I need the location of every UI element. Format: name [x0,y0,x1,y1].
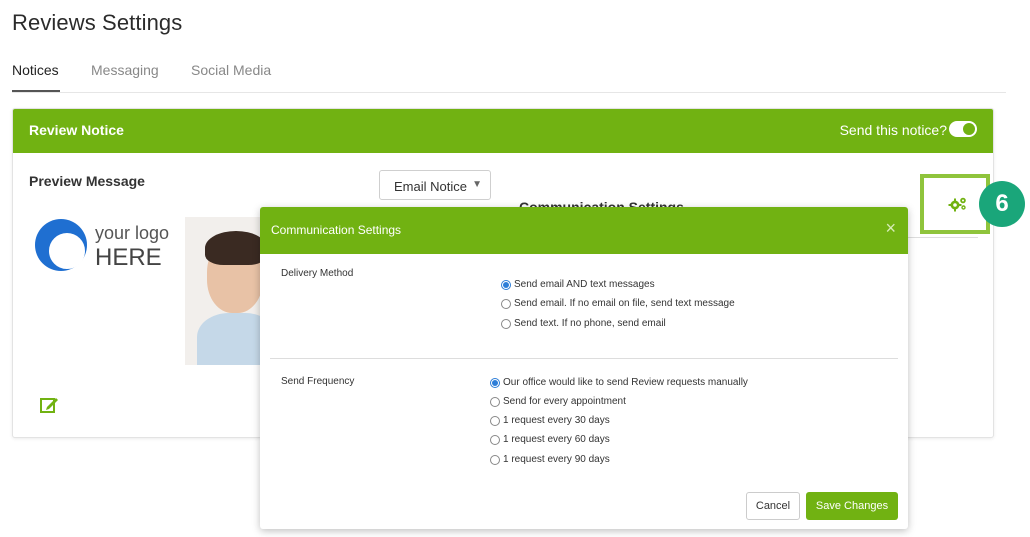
tab-social-media[interactable]: Social Media [191,62,271,78]
active-tab-underline [12,90,60,92]
modal-title: Communication Settings [271,223,402,237]
logo-inner-circle [49,233,85,269]
page-title: Reviews Settings [12,10,183,35]
send-frequency-label: Send Frequency [281,376,355,387]
photo-hair [205,231,265,265]
delivery-option-text-fallback-email[interactable]: Send text. If no phone, send email [501,318,666,329]
logo-icon [35,219,87,271]
edit-icon[interactable] [39,395,59,415]
radio-button[interactable] [501,318,511,329]
tab-bar: Notices Messaging Social Media [12,60,1006,93]
radio-button[interactable] [490,415,500,426]
preview-photo [185,217,265,365]
radio-button[interactable] [501,298,511,309]
radio-button[interactable] [490,377,500,388]
gear-icon[interactable] [948,196,968,212]
notice-type-value: Email Notice [394,179,467,194]
radio-button[interactable] [501,279,511,290]
save-changes-button[interactable]: Save Changes [806,492,898,520]
frequency-option-90-days[interactable]: 1 request every 90 days [490,454,610,465]
logo-text-line2: HERE [95,244,162,271]
radio-label: Send email. If no email on file, send te… [514,298,735,309]
section-divider [270,358,898,359]
communication-settings-modal: Communication Settings × Delivery Method… [260,207,908,529]
frequency-option-60-days[interactable]: 1 request every 60 days [490,434,610,445]
modal-header: Communication Settings × [260,207,908,254]
preview-message-label: Preview Message [29,173,145,189]
radio-button[interactable] [490,396,500,407]
radio-label: 1 request every 90 days [503,454,610,465]
delivery-option-email-fallback-text[interactable]: Send email. If no email on file, send te… [501,298,735,309]
step-number-badge: 6 [979,181,1025,227]
chevron-down-icon: ▼ [472,179,482,190]
radio-button[interactable] [490,454,500,465]
radio-label: 1 request every 30 days [503,415,610,426]
frequency-option-manual[interactable]: Our office would like to send Review req… [490,377,748,388]
send-notice-label: Send this notice? [839,122,947,138]
radio-label: Send for every appointment [503,396,626,407]
card-title: Review Notice [29,122,124,138]
radio-button[interactable] [490,434,500,445]
frequency-option-every-appointment[interactable]: Send for every appointment [490,396,626,407]
notice-type-select[interactable]: Email Notice ▼ [379,170,491,200]
close-icon[interactable]: × [885,218,896,239]
delivery-method-label: Delivery Method [281,268,354,279]
page: Reviews Settings Notices Messaging Socia… [0,0,1030,537]
radio-label: Our office would like to send Review req… [503,377,748,388]
card-header: Review Notice Send this notice? [13,109,993,153]
tab-notices[interactable]: Notices [12,62,59,78]
delivery-option-email-and-text[interactable]: Send email AND text messages [501,279,655,290]
cancel-button[interactable]: Cancel [746,492,800,520]
send-notice-toggle[interactable] [949,121,977,137]
radio-label: 1 request every 60 days [503,434,610,445]
frequency-option-30-days[interactable]: 1 request every 30 days [490,415,610,426]
radio-label: Send text. If no phone, send email [514,318,666,329]
radio-label: Send email AND text messages [514,279,655,290]
photo-shirt [197,313,265,365]
toggle-knob [963,123,975,135]
divider-behind-modal [908,237,978,238]
logo-text-line1: your logo [95,223,170,243]
tab-messaging[interactable]: Messaging [91,62,159,78]
